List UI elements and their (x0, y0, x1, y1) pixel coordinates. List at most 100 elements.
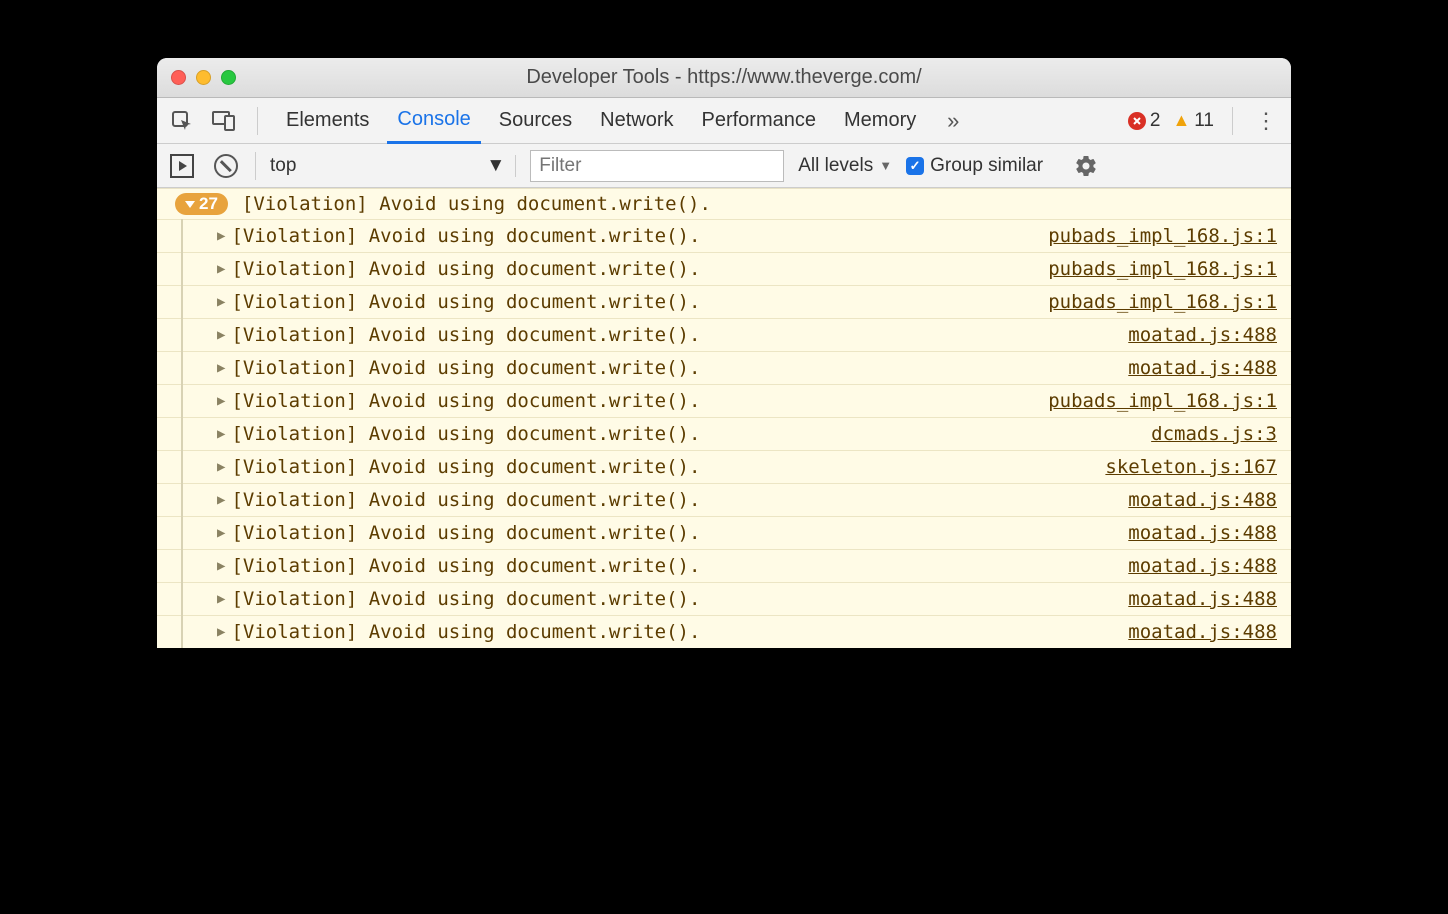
group-count-badge: 27 (175, 193, 228, 215)
disclosure-triangle-icon: ▶ (217, 459, 225, 475)
source-link[interactable]: moatad.js:488 (1128, 621, 1277, 643)
dropdown-icon: ▼ (879, 158, 892, 173)
source-link[interactable]: dcmads.js:3 (1151, 423, 1277, 445)
execution-context-selector[interactable]: top ▼ (270, 155, 516, 177)
console-message-row[interactable]: ▶ [Violation] Avoid using document.write(… (157, 483, 1291, 516)
group-count: 27 (199, 194, 218, 214)
source-link[interactable]: pubads_impl_168.js:1 (1048, 390, 1277, 412)
zoom-window-button[interactable] (221, 70, 236, 85)
console-message-row[interactable]: ▶ [Violation] Avoid using document.write(… (157, 615, 1291, 648)
console-output: 27 [Violation] Avoid using document.writ… (157, 188, 1291, 648)
dropdown-icon: ▼ (486, 155, 505, 177)
error-count-badge[interactable]: 2 (1128, 110, 1161, 132)
console-settings-icon[interactable] (1071, 151, 1101, 181)
warning-icon: ▲ (1172, 110, 1190, 131)
more-tabs-icon[interactable]: » (938, 106, 968, 136)
disclosure-triangle-icon: ▶ (217, 624, 225, 640)
message-text: [Violation] Avoid using document.write()… (231, 258, 1048, 280)
tab-console[interactable]: Console (387, 98, 480, 144)
log-levels-selector[interactable]: All levels ▼ (798, 155, 892, 177)
error-count: 2 (1150, 110, 1161, 132)
message-text: [Violation] Avoid using document.write()… (231, 390, 1048, 412)
console-message-row[interactable]: ▶ [Violation] Avoid using document.write(… (157, 516, 1291, 549)
disclosure-triangle-icon: ▶ (217, 426, 225, 442)
titlebar: Developer Tools - https://www.theverge.c… (157, 58, 1291, 98)
toggle-device-toolbar-icon[interactable] (209, 106, 239, 136)
console-message-row[interactable]: ▶ [Violation] Avoid using document.write(… (157, 582, 1291, 615)
clear-console-icon[interactable] (211, 151, 241, 181)
message-text: [Violation] Avoid using document.write()… (231, 522, 1128, 544)
tab-sources[interactable]: Sources (489, 98, 582, 144)
group-message: [Violation] Avoid using document.write()… (242, 193, 711, 215)
tab-performance[interactable]: Performance (692, 98, 827, 144)
separator (255, 152, 256, 180)
disclosure-triangle-icon: ▶ (217, 558, 225, 574)
source-link[interactable]: skeleton.js:167 (1105, 456, 1277, 478)
message-text: [Violation] Avoid using document.write()… (231, 555, 1128, 577)
message-text: [Violation] Avoid using document.write()… (231, 588, 1128, 610)
source-link[interactable]: moatad.js:488 (1128, 357, 1277, 379)
message-text: [Violation] Avoid using document.write()… (231, 423, 1151, 445)
checkbox-checked-icon: ✓ (906, 157, 924, 175)
source-link[interactable]: pubads_impl_168.js:1 (1048, 291, 1277, 313)
disclosure-triangle-icon: ▶ (217, 327, 225, 343)
console-message-row[interactable]: ▶ [Violation] Avoid using document.write(… (157, 252, 1291, 285)
source-link[interactable]: moatad.js:488 (1128, 324, 1277, 346)
console-message-row[interactable]: ▶ [Violation] Avoid using document.write(… (157, 549, 1291, 582)
tab-memory[interactable]: Memory (834, 98, 926, 144)
inspect-element-icon[interactable] (167, 106, 197, 136)
message-text: [Violation] Avoid using document.write()… (231, 357, 1128, 379)
console-message-row[interactable]: ▶ [Violation] Avoid using document.write(… (157, 351, 1291, 384)
console-message-row[interactable]: ▶ [Violation] Avoid using document.write(… (157, 384, 1291, 417)
console-message-row[interactable]: ▶ [Violation] Avoid using document.write(… (157, 417, 1291, 450)
disclosure-triangle-icon: ▶ (217, 393, 225, 409)
group-similar-toggle[interactable]: ✓ Group similar (906, 155, 1043, 177)
tab-network[interactable]: Network (590, 98, 683, 144)
message-text: [Violation] Avoid using document.write()… (231, 456, 1105, 478)
group-similar-label: Group similar (930, 155, 1043, 177)
filter-input[interactable] (530, 150, 784, 182)
console-message-row[interactable]: ▶ [Violation] Avoid using document.write(… (157, 318, 1291, 351)
tab-elements[interactable]: Elements (276, 98, 379, 144)
source-link[interactable]: pubads_impl_168.js:1 (1048, 258, 1277, 280)
error-icon (1128, 112, 1146, 130)
warning-count-badge[interactable]: ▲ 11 (1172, 110, 1214, 132)
devtools-window: Developer Tools - https://www.theverge.c… (157, 58, 1291, 648)
console-message-row[interactable]: ▶ [Violation] Avoid using document.write(… (157, 285, 1291, 318)
message-text: [Violation] Avoid using document.write()… (231, 225, 1048, 247)
kebab-menu-icon[interactable]: ⋮ (1251, 106, 1281, 136)
message-text: [Violation] Avoid using document.write()… (231, 291, 1048, 313)
console-filter-bar: top ▼ All levels ▼ ✓ Group similar (157, 144, 1291, 188)
message-text: [Violation] Avoid using document.write()… (231, 621, 1128, 643)
close-window-button[interactable] (171, 70, 186, 85)
message-text: [Violation] Avoid using document.write()… (231, 324, 1128, 346)
disclosure-triangle-icon: ▶ (217, 492, 225, 508)
console-message-row[interactable]: ▶ [Violation] Avoid using document.write(… (157, 219, 1291, 252)
message-text: [Violation] Avoid using document.write()… (231, 489, 1128, 511)
source-link[interactable]: moatad.js:488 (1128, 489, 1277, 511)
minimize-window-button[interactable] (196, 70, 211, 85)
disclosure-triangle-icon: ▶ (217, 591, 225, 607)
show-console-sidebar-icon[interactable] (167, 151, 197, 181)
separator (257, 107, 258, 135)
disclosure-triangle-icon: ▶ (217, 228, 225, 244)
message-group-header[interactable]: 27 [Violation] Avoid using document.writ… (157, 188, 1291, 219)
source-link[interactable]: moatad.js:488 (1128, 555, 1277, 577)
tabbar: ElementsConsoleSourcesNetworkPerformance… (157, 98, 1291, 144)
disclosure-triangle-icon: ▶ (217, 525, 225, 541)
source-link[interactable]: moatad.js:488 (1128, 522, 1277, 544)
disclosure-triangle-icon: ▶ (217, 294, 225, 310)
window-title: Developer Tools - https://www.theverge.c… (157, 66, 1291, 89)
disclosure-triangle-icon: ▶ (217, 360, 225, 376)
disclosure-triangle-icon: ▶ (217, 261, 225, 277)
tabs: ElementsConsoleSourcesNetworkPerformance… (276, 98, 926, 144)
warning-count: 11 (1194, 110, 1214, 132)
window-controls (171, 70, 236, 85)
execution-context-value: top (270, 155, 296, 177)
log-levels-label: All levels (798, 155, 873, 177)
message-group-body: ▶ [Violation] Avoid using document.write(… (157, 219, 1291, 648)
source-link[interactable]: moatad.js:488 (1128, 588, 1277, 610)
source-link[interactable]: pubads_impl_168.js:1 (1048, 225, 1277, 247)
separator (1232, 107, 1233, 135)
console-message-row[interactable]: ▶ [Violation] Avoid using document.write(… (157, 450, 1291, 483)
